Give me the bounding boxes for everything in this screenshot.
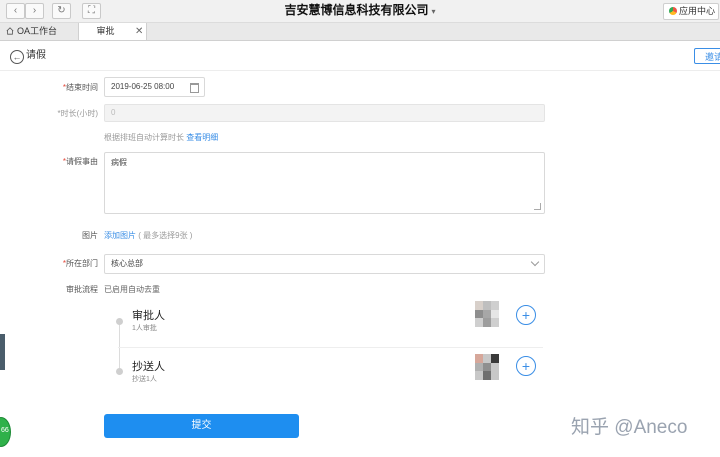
close-tab-icon[interactable]: ✕ <box>135 23 143 40</box>
duration-input[interactable]: 0 <box>104 104 545 122</box>
reason-textarea[interactable]: 病假 <box>104 152 545 214</box>
add-image-link[interactable]: 添加图片 <box>104 231 136 240</box>
duration-hint: 根据排班自动计算时长 查看明细 <box>104 133 219 142</box>
flow-hint: 已启用自动去重 <box>104 285 160 294</box>
header-divider <box>0 70 720 71</box>
flow-row-divider <box>118 347 543 348</box>
avatar <box>475 301 499 327</box>
window-title[interactable]: 吉安慧博信息科技有限公司 ▾ <box>0 0 720 22</box>
caret-down-icon: ▾ <box>431 7 436 16</box>
image-label: 图片 <box>82 231 98 240</box>
view-details-link[interactable]: 查看明细 <box>186 133 218 142</box>
home-icon <box>6 27 14 35</box>
duration-label: *时长(小时) <box>57 109 98 118</box>
invite-button[interactable]: 邀请 <box>694 48 720 64</box>
app-center-button[interactable]: 应用中心 <box>663 3 719 20</box>
flow-label: 审批流程 <box>66 285 98 294</box>
chevron-down-icon <box>530 257 540 267</box>
add-approver-button[interactable]: + <box>516 305 536 325</box>
plus-icon: + <box>521 358 531 374</box>
floating-badge-icon[interactable]: 66 <box>0 417 11 447</box>
cc-step-title: 抄送人 <box>132 361 165 373</box>
resize-handle-icon[interactable] <box>534 203 541 210</box>
department-label: *所在部门 <box>62 259 98 268</box>
end-time-input[interactable]: 2019-06-25 08:00 <box>104 77 205 97</box>
plus-icon: + <box>521 307 531 323</box>
page-title: 请假 <box>26 50 46 61</box>
calendar-icon <box>190 83 199 93</box>
flow-dot <box>116 368 123 375</box>
cc-step-subtitle: 抄送1人 <box>132 376 157 383</box>
reason-label: *请假事由 <box>62 157 98 166</box>
avatar <box>475 354 499 380</box>
tab-oa-workbench[interactable]: OA工作台 <box>0 23 79 40</box>
flow-timeline-line <box>119 319 120 371</box>
approver-step-title: 审批人 <box>132 310 165 322</box>
back-circle-icon[interactable]: ← <box>10 50 24 64</box>
approver-step-subtitle: 1人审批 <box>132 325 157 332</box>
submit-button[interactable]: 提交 <box>104 414 299 438</box>
add-cc-button[interactable]: + <box>516 356 536 376</box>
left-edge-panel <box>0 334 5 370</box>
watermark: 知乎 @Aneco <box>571 417 688 438</box>
department-select[interactable]: 核心总部 <box>104 254 545 274</box>
app-center-icon <box>669 7 677 15</box>
flow-dot <box>116 318 123 325</box>
end-time-label: *结束时间 <box>62 83 98 92</box>
image-hint-row: 添加图片 ( 最多选择9张 ) <box>104 231 193 240</box>
